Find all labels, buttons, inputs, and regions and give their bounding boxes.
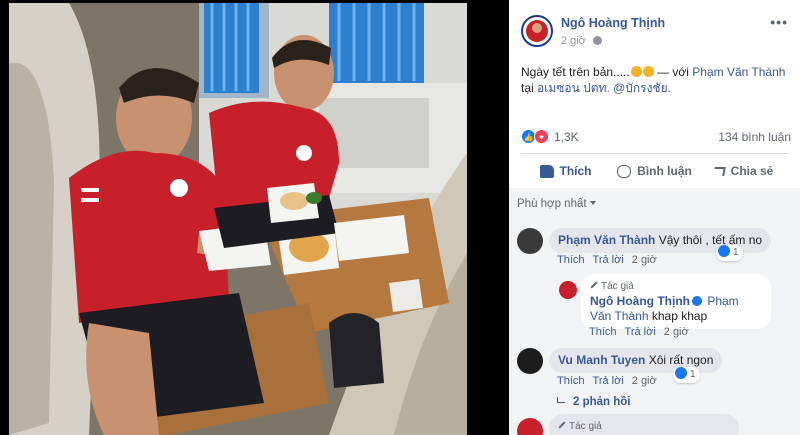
comments-section: Phù hợp nhất Phạm Văn Thành Vậy thôi , t… [509,188,800,435]
commenter-name[interactable]: Vu Manh Tuyen [558,353,645,367]
comment-reaction[interactable]: 1 [716,245,743,261]
comment-meta: Thích Trả lời 2 giờ [557,254,665,266]
post-author-name[interactable]: Ngô Hoàng Thịnh [561,16,665,30]
comment-bubble: Tác giả [549,414,739,435]
commenter-avatar[interactable] [517,348,543,374]
author-avatar[interactable] [521,15,553,47]
post-text-with: — với [653,65,693,79]
reply-like-link[interactable]: Thích [589,326,617,338]
post-text: Ngày tết trên bản..... — với Phạm Văn Th… [521,64,791,96]
post-actions: Thích Bình luận Chia sẻ [521,156,788,186]
emoji-icon [642,66,654,77]
comment-icon [617,164,632,178]
share-icon [712,166,726,176]
caret-down-icon [589,201,596,205]
view-replies-label: 2 phản hồi [573,396,631,408]
like-button-label: Thích [559,164,592,178]
share-button[interactable]: Chia sẻ [699,156,788,186]
post-panel: Ngô Hoàng Thịnh 2 giờ ••• Ngày tết trên … [509,0,800,435]
comment-button-label: Bình luận [637,164,692,178]
comment-like-link[interactable]: Thích [557,375,585,387]
reply-bubble: Tác giả Ngô Hoàng Thịnh Phạm Văn Thành k… [581,274,771,329]
comment-like-link[interactable]: Thích [557,254,585,266]
commenter-name[interactable]: Phạm Văn Thành [558,233,655,247]
author-tag-label: Tác giả [601,281,634,292]
reply-reply-link[interactable]: Trả lời [625,326,656,338]
reactions-summary: 👍 ♥ 1,3K 134 bình luận [521,128,791,146]
verified-icon [691,296,702,306]
photo-illustration [9,3,467,435]
love-icon[interactable]: ♥ [534,129,549,144]
post-text-main: Ngày tết trên bản..... [521,65,630,79]
post-header: Ngô Hoàng Thịnh 2 giờ ••• [509,0,800,52]
photo-viewer: Ngô Hoàng Thịnh 2 giờ ••• Ngày tết trên … [0,0,800,435]
comment-time[interactable]: 2 giờ [632,254,657,266]
comment-reply-link[interactable]: Trả lời [593,254,624,266]
reply-time[interactable]: 2 giờ [664,326,689,338]
comment-sort-dropdown[interactable]: Phù hợp nhất [517,198,596,210]
comment-button[interactable]: Bình luận [610,156,699,186]
thumb-up-icon [539,164,554,178]
reply-arrow-icon [557,397,565,403]
like-icon [718,245,730,257]
post-text-at: tại [521,81,538,95]
reply-avatar[interactable] [559,281,577,299]
sort-label: Phù hợp nhất [517,198,587,210]
divider [521,153,788,154]
comment-text: Vậy thôi , tết ấm no [658,233,763,247]
like-icon [675,367,687,379]
post-photo[interactable] [9,3,467,435]
location-link[interactable]: อเมซอน ปตท. @บักรงชัย. [537,81,671,95]
comment-text: Xôi rất ngon [648,353,714,367]
view-replies-link[interactable]: 2 phản hồi [557,396,631,408]
comment-react-count: 1 [690,369,696,380]
reply-text: khap khap [651,309,708,323]
commenter-avatar[interactable] [517,418,543,435]
reply-meta: Thích Trả lời 2 giờ [589,326,697,338]
share-button-label: Chia sẻ [730,164,774,178]
author-tag: Tác giả [590,279,762,294]
like-button[interactable]: Thích [521,156,610,186]
emoji-icon [630,66,642,77]
comment-count[interactable]: 134 bình luận [718,130,791,144]
comment-reaction[interactable]: 1 [673,367,700,383]
reply-author-name[interactable]: Ngô Hoàng Thịnh [590,294,690,308]
pen-icon [590,281,598,289]
post-time-label: 2 giờ [561,35,586,47]
tagged-user-link[interactable]: Phạm Văn Thành [692,65,785,79]
comment-time[interactable]: 2 giờ [632,375,657,387]
comment-react-count: 1 [733,247,739,258]
globe-icon [593,36,603,45]
author-tag: Tác giả [558,419,730,434]
pen-icon [558,421,566,429]
more-icon[interactable]: ••• [770,14,788,30]
post-time[interactable]: 2 giờ [561,35,603,47]
comment-reply-link[interactable]: Trả lời [593,375,624,387]
author-tag-label: Tác giả [569,421,602,432]
commenter-avatar[interactable] [517,228,543,254]
reaction-count[interactable]: 1,3K [554,130,579,144]
comment-meta: Thích Trả lời 2 giờ [557,375,665,387]
